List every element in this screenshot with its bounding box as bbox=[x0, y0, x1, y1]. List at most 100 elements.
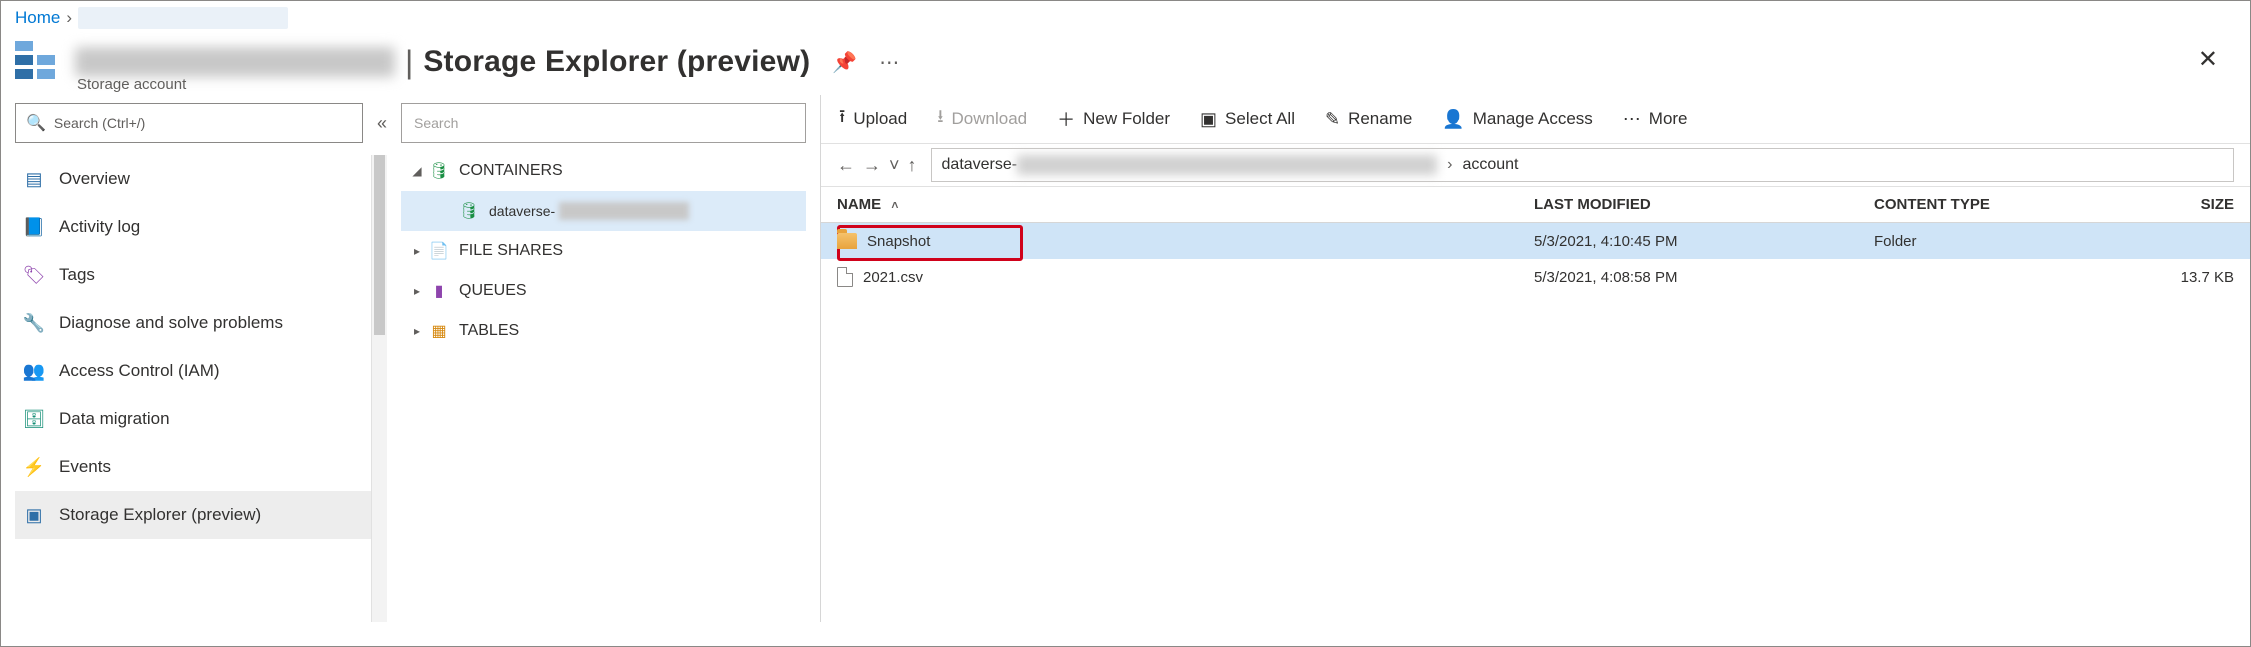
upload-icon: ⭱ bbox=[839, 104, 845, 134]
tree-label-redacted bbox=[559, 202, 689, 220]
tree-node-container-item[interactable]: 🛢 dataverse- bbox=[401, 191, 806, 231]
collapse-nav-icon[interactable]: « bbox=[377, 113, 387, 134]
toolbar-label: Rename bbox=[1348, 109, 1412, 129]
col-name[interactable]: NAME ˄ bbox=[837, 196, 1534, 213]
page-header: | Storage Explorer (preview) 📌 ⋯ ✕ Stora… bbox=[1, 35, 2250, 95]
expander-closed-icon[interactable]: ▸ bbox=[409, 244, 425, 258]
nav-item-events[interactable]: ⚡ Events bbox=[15, 443, 371, 491]
toolbar-label: New Folder bbox=[1083, 109, 1170, 129]
activity-log-icon: 📘 bbox=[23, 216, 45, 238]
path-crumb[interactable]: account bbox=[1462, 156, 1518, 174]
nav-search-placeholder: Search (Ctrl+/) bbox=[54, 115, 145, 131]
nav-item-access-control[interactable]: 👥 Access Control (IAM) bbox=[15, 347, 371, 395]
tree-label: FILE SHARES bbox=[459, 242, 563, 260]
breadcrumb-resource-redacted[interactable] bbox=[78, 7, 288, 29]
storage-account-icon bbox=[15, 41, 57, 83]
file-shares-icon: 📄 bbox=[427, 241, 451, 261]
select-all-button[interactable]: ▣ Select All bbox=[1200, 109, 1295, 130]
cell-size: 13.7 KB bbox=[2114, 269, 2234, 286]
tree-search-placeholder: Search bbox=[414, 115, 458, 131]
file-icon bbox=[837, 267, 853, 287]
resource-subtype: Storage account bbox=[77, 76, 186, 93]
header-separator: | bbox=[405, 44, 413, 81]
chevron-right-icon: › bbox=[66, 8, 72, 28]
nav-item-activity-log[interactable]: 📘 Activity log bbox=[15, 203, 371, 251]
nav-search-input[interactable]: 🔍 Search (Ctrl+/) bbox=[15, 103, 363, 143]
tree-label: QUEUES bbox=[459, 282, 527, 300]
storage-explorer-icon: ▣ bbox=[23, 504, 45, 526]
tree-node-file-shares[interactable]: ▸ 📄 FILE SHARES bbox=[401, 231, 806, 271]
toolbar-label: Select All bbox=[1225, 109, 1295, 129]
table-row[interactable]: Snapshot 5/3/2021, 4:10:45 PM Folder bbox=[821, 223, 2250, 259]
nav-dropdown-icon[interactable]: ˅ bbox=[889, 155, 900, 176]
col-content-type[interactable]: CONTENT TYPE bbox=[1874, 196, 2114, 213]
tree-node-tables[interactable]: ▸ ▦ TABLES bbox=[401, 311, 806, 351]
tree-search-input[interactable]: Search bbox=[401, 103, 806, 143]
nav-label: Tags bbox=[59, 265, 95, 285]
expander-closed-icon[interactable]: ▸ bbox=[409, 284, 425, 298]
nav-forward-icon[interactable]: → bbox=[863, 155, 881, 176]
tree-label: CONTAINERS bbox=[459, 162, 563, 180]
nav-scrollbar[interactable] bbox=[371, 155, 387, 622]
more-button[interactable]: ⋯ More bbox=[1623, 109, 1688, 130]
nav-item-tags[interactable]: 🏷 Tags bbox=[15, 251, 371, 299]
table-header: NAME ˄ LAST MODIFIED CONTENT TYPE SIZE bbox=[821, 187, 2250, 223]
col-modified[interactable]: LAST MODIFIED bbox=[1534, 196, 1874, 213]
expander-open-icon[interactable]: ◢ bbox=[409, 164, 425, 178]
cell-content-type: Folder bbox=[1874, 233, 2114, 250]
close-icon[interactable]: ✕ bbox=[2198, 45, 2218, 74]
cell-modified: 5/3/2021, 4:08:58 PM bbox=[1534, 269, 1874, 286]
left-nav: 🔍 Search (Ctrl+/) « ▤ Overview 📘 Activit… bbox=[1, 95, 401, 622]
nav-item-diagnose[interactable]: 🔧 Diagnose and solve problems bbox=[15, 299, 371, 347]
tables-icon: ▦ bbox=[427, 321, 451, 341]
cell-name: 2021.csv bbox=[863, 269, 923, 286]
nav-label: Overview bbox=[59, 169, 130, 189]
tree-node-queues[interactable]: ▸ ▮ QUEUES bbox=[401, 271, 806, 311]
sort-asc-icon: ˄ bbox=[891, 198, 898, 212]
breadcrumb: Home › bbox=[1, 1, 2250, 35]
download-icon: ⭳ bbox=[937, 104, 943, 134]
breadcrumb-home[interactable]: Home bbox=[15, 8, 60, 28]
overview-icon: ▤ bbox=[23, 168, 45, 190]
nav-item-data-migration[interactable]: 🗄 Data migration bbox=[15, 395, 371, 443]
tags-icon: 🏷 bbox=[23, 264, 45, 286]
path-input[interactable]: dataverse- › account bbox=[931, 148, 2234, 182]
scrollbar-thumb[interactable] bbox=[374, 155, 385, 335]
cell-modified: 5/3/2021, 4:10:45 PM bbox=[1534, 233, 1874, 250]
toolbar-label: Upload bbox=[853, 109, 907, 129]
nav-label: Activity log bbox=[59, 217, 140, 237]
tree-label: TABLES bbox=[459, 322, 519, 340]
manage-access-button[interactable]: 👤 Manage Access bbox=[1442, 109, 1592, 130]
search-icon: 🔍 bbox=[26, 113, 46, 133]
content-pane: ⭱ Upload ⭳ Download ＋ New Folder ▣ Selec… bbox=[821, 95, 2250, 622]
upload-button[interactable]: ⭱ Upload bbox=[839, 104, 907, 134]
tree-node-containers[interactable]: ◢ 🛢 CONTAINERS bbox=[401, 151, 806, 191]
select-all-icon: ▣ bbox=[1200, 109, 1217, 130]
plus-icon: ＋ bbox=[1057, 106, 1075, 132]
rename-button[interactable]: ✎ Rename bbox=[1325, 109, 1412, 130]
person-icon: 👤 bbox=[1442, 109, 1464, 130]
ellipsis-icon[interactable]: ⋯ bbox=[879, 50, 899, 75]
new-folder-button[interactable]: ＋ New Folder bbox=[1057, 106, 1170, 132]
nav-item-storage-explorer[interactable]: ▣ Storage Explorer (preview) bbox=[15, 491, 371, 539]
chevron-right-icon: › bbox=[1447, 156, 1452, 174]
pin-icon[interactable]: 📌 bbox=[832, 50, 857, 75]
path-bar: ← → ˅ ↑ dataverse- › account bbox=[821, 143, 2250, 187]
data-migration-icon: 🗄 bbox=[23, 408, 45, 430]
toolbar-label: Manage Access bbox=[1473, 109, 1593, 129]
table-row[interactable]: 2021.csv 5/3/2021, 4:08:58 PM 13.7 KB bbox=[821, 259, 2250, 295]
rename-icon: ✎ bbox=[1325, 109, 1340, 130]
cell-name: Snapshot bbox=[867, 233, 930, 250]
col-size[interactable]: SIZE bbox=[2114, 196, 2234, 213]
nav-item-overview[interactable]: ▤ Overview bbox=[15, 155, 371, 203]
nav-back-icon[interactable]: ← bbox=[837, 155, 855, 176]
download-button: ⭳ Download bbox=[937, 104, 1027, 134]
nav-up-icon[interactable]: ↑ bbox=[908, 155, 917, 176]
expander-closed-icon[interactable]: ▸ bbox=[409, 324, 425, 338]
nav-label: Diagnose and solve problems bbox=[59, 313, 283, 333]
path-crumb[interactable]: dataverse- bbox=[942, 156, 1018, 174]
path-crumb-redacted bbox=[1017, 155, 1437, 175]
more-icon: ⋯ bbox=[1623, 109, 1641, 130]
file-table: NAME ˄ LAST MODIFIED CONTENT TYPE SIZE S… bbox=[821, 187, 2250, 622]
tree-pane: Search ◢ 🛢 CONTAINERS 🛢 dataverse- ▸ 📄 F… bbox=[401, 95, 821, 622]
